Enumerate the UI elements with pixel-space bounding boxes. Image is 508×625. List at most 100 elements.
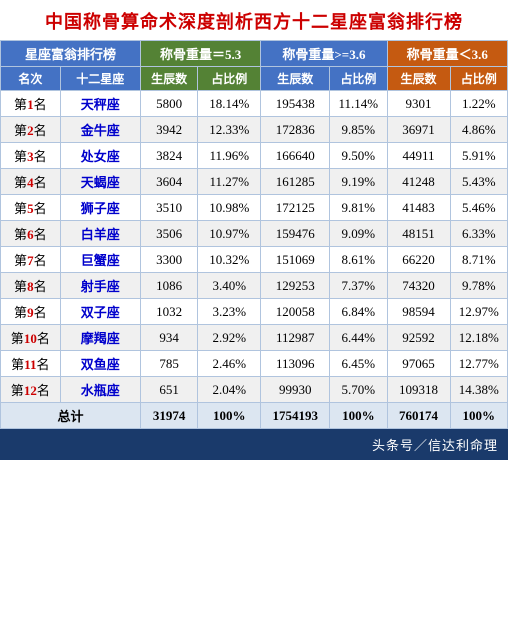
births2-cell: 172836 <box>261 117 330 143</box>
total-b2: 1754193 <box>261 403 330 429</box>
pct3-cell: 1.22% <box>450 91 507 117</box>
sign-cell: 双鱼座 <box>60 351 140 377</box>
sign-cell: 白羊座 <box>60 221 140 247</box>
header-sign: 十二星座 <box>60 67 140 91</box>
data-table: 星座富翁排行榜 称骨重量＝5.3 称骨重量>=3.6 称骨重量＜3.6 名次 十… <box>0 40 508 429</box>
sign-cell: 金牛座 <box>60 117 140 143</box>
header-pct3: 占比例 <box>450 67 507 91</box>
rank-cell: 第6名 <box>1 221 61 247</box>
pct1-cell: 11.27% <box>198 169 261 195</box>
births3-cell: 97065 <box>387 351 450 377</box>
pct3-cell: 12.97% <box>450 299 507 325</box>
app: 中国称骨算命术深度剖析西方十二星座富翁排行榜 星座富翁排行榜 称骨重量＝5.3 … <box>0 0 508 460</box>
table-body: 第1名 天秤座 5800 18.14% 195438 11.14% 9301 1… <box>1 91 508 429</box>
pct2-cell: 6.84% <box>330 299 387 325</box>
pct3-cell: 9.78% <box>450 273 507 299</box>
pct2-cell: 6.45% <box>330 351 387 377</box>
rank-cell: 第10名 <box>1 325 61 351</box>
total-p3: 100% <box>450 403 507 429</box>
pct1-cell: 2.92% <box>198 325 261 351</box>
births3-cell: 36971 <box>387 117 450 143</box>
births1-cell: 1086 <box>140 273 197 299</box>
births2-cell: 159476 <box>261 221 330 247</box>
table-row: 第2名 金牛座 3942 12.33% 172836 9.85% 36971 4… <box>1 117 508 143</box>
header-births2: 生辰数 <box>261 67 330 91</box>
births3-cell: 66220 <box>387 247 450 273</box>
births1-cell: 934 <box>140 325 197 351</box>
pct1-cell: 11.96% <box>198 143 261 169</box>
table-row: 第11名 双鱼座 785 2.46% 113096 6.45% 97065 12… <box>1 351 508 377</box>
header-col1: 星座富翁排行榜 <box>1 41 141 67</box>
header-row-2: 名次 十二星座 生辰数 占比例 生辰数 占比例 生辰数 占比例 <box>1 67 508 91</box>
footer: 头条号／信达利命理 <box>0 429 508 460</box>
births1-cell: 785 <box>140 351 197 377</box>
pct3-cell: 12.18% <box>450 325 507 351</box>
sign-cell: 处女座 <box>60 143 140 169</box>
births1-cell: 5800 <box>140 91 197 117</box>
pct1-cell: 18.14% <box>198 91 261 117</box>
header-pct1: 占比例 <box>198 67 261 91</box>
header-births3: 生辰数 <box>387 67 450 91</box>
births2-cell: 166640 <box>261 143 330 169</box>
births1-cell: 3510 <box>140 195 197 221</box>
pct2-cell: 11.14% <box>330 91 387 117</box>
pct2-cell: 9.09% <box>330 221 387 247</box>
table-row: 第1名 天秤座 5800 18.14% 195438 11.14% 9301 1… <box>1 91 508 117</box>
pct3-cell: 4.86% <box>450 117 507 143</box>
total-p2: 100% <box>330 403 387 429</box>
sign-cell: 水瓶座 <box>60 377 140 403</box>
births3-cell: 41248 <box>387 169 450 195</box>
pct1-cell: 2.46% <box>198 351 261 377</box>
births1-cell: 651 <box>140 377 197 403</box>
total-label: 总计 <box>1 403 141 429</box>
main-title: 中国称骨算命术深度剖析西方十二星座富翁排行榜 <box>0 0 508 40</box>
table-row: 第3名 处女座 3824 11.96% 166640 9.50% 44911 5… <box>1 143 508 169</box>
sign-cell: 巨蟹座 <box>60 247 140 273</box>
pct2-cell: 5.70% <box>330 377 387 403</box>
sign-cell: 摩羯座 <box>60 325 140 351</box>
births2-cell: 129253 <box>261 273 330 299</box>
total-b1: 31974 <box>140 403 197 429</box>
table-row: 第8名 射手座 1086 3.40% 129253 7.37% 74320 9.… <box>1 273 508 299</box>
header-pct2: 占比例 <box>330 67 387 91</box>
header-col3: 称骨重量>=3.6 <box>261 41 387 67</box>
pct3-cell: 5.91% <box>450 143 507 169</box>
births2-cell: 161285 <box>261 169 330 195</box>
births3-cell: 109318 <box>387 377 450 403</box>
pct3-cell: 5.46% <box>450 195 507 221</box>
pct1-cell: 12.33% <box>198 117 261 143</box>
header-col4: 称骨重量＜3.6 <box>387 41 508 67</box>
pct2-cell: 9.50% <box>330 143 387 169</box>
total-row: 总计 31974 100% 1754193 100% 760174 100% <box>1 403 508 429</box>
sign-cell: 射手座 <box>60 273 140 299</box>
pct1-cell: 3.40% <box>198 273 261 299</box>
header-births1: 生辰数 <box>140 67 197 91</box>
births1-cell: 3824 <box>140 143 197 169</box>
rank-cell: 第7名 <box>1 247 61 273</box>
births3-cell: 74320 <box>387 273 450 299</box>
total-p1: 100% <box>198 403 261 429</box>
table-row: 第9名 双子座 1032 3.23% 120058 6.84% 98594 12… <box>1 299 508 325</box>
sign-cell: 双子座 <box>60 299 140 325</box>
rank-cell: 第3名 <box>1 143 61 169</box>
pct2-cell: 6.44% <box>330 325 387 351</box>
pct2-cell: 7.37% <box>330 273 387 299</box>
pct3-cell: 5.43% <box>450 169 507 195</box>
rank-cell: 第12名 <box>1 377 61 403</box>
rank-cell: 第11名 <box>1 351 61 377</box>
rank-cell: 第9名 <box>1 299 61 325</box>
pct3-cell: 6.33% <box>450 221 507 247</box>
rank-cell: 第2名 <box>1 117 61 143</box>
header-rank: 名次 <box>1 67 61 91</box>
pct2-cell: 8.61% <box>330 247 387 273</box>
births2-cell: 112987 <box>261 325 330 351</box>
header-row-1: 星座富翁排行榜 称骨重量＝5.3 称骨重量>=3.6 称骨重量＜3.6 <box>1 41 508 67</box>
births3-cell: 41483 <box>387 195 450 221</box>
pct2-cell: 9.81% <box>330 195 387 221</box>
sign-cell: 天秤座 <box>60 91 140 117</box>
pct1-cell: 10.98% <box>198 195 261 221</box>
table-row: 第10名 摩羯座 934 2.92% 112987 6.44% 92592 12… <box>1 325 508 351</box>
pct1-cell: 10.32% <box>198 247 261 273</box>
table-row: 第5名 狮子座 3510 10.98% 172125 9.81% 41483 5… <box>1 195 508 221</box>
table-row: 第4名 天蝎座 3604 11.27% 161285 9.19% 41248 5… <box>1 169 508 195</box>
